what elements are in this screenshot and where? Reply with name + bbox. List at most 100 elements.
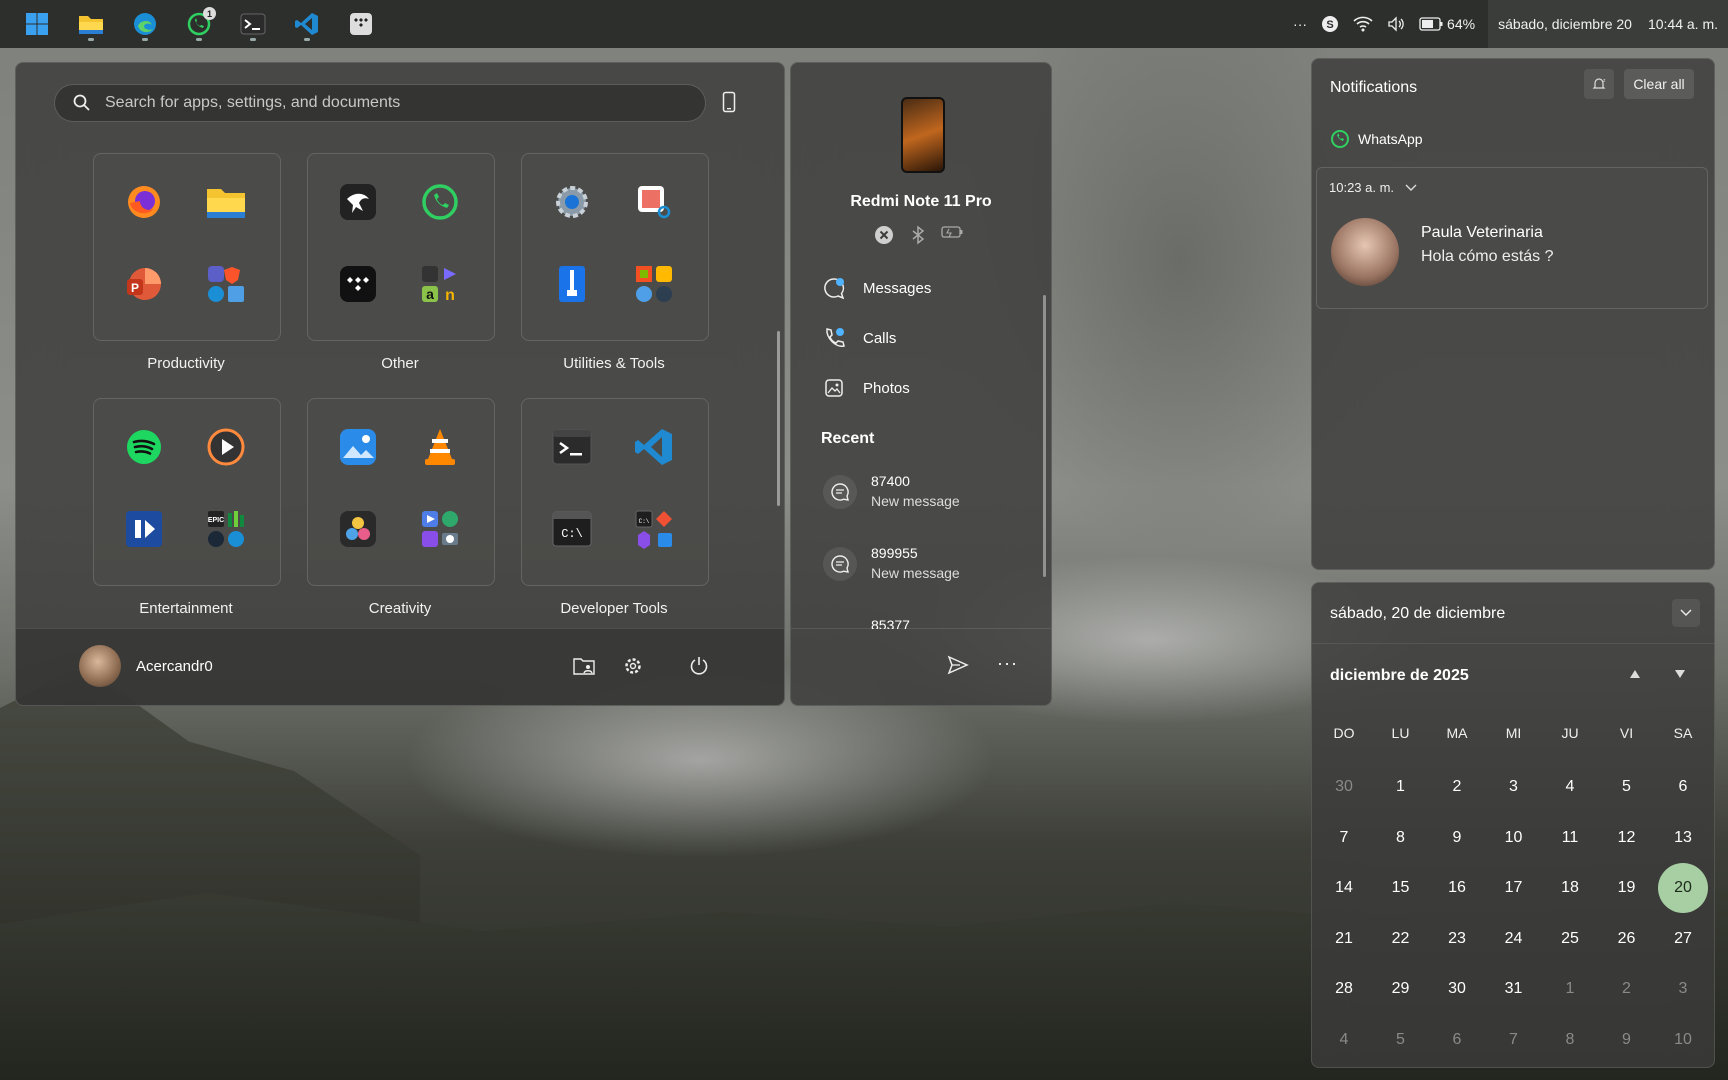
calendar-day[interactable]: 14 (1319, 863, 1369, 913)
power-button[interactable] (686, 653, 712, 679)
calendar-day[interactable]: 18 (1545, 863, 1595, 913)
calendar-day[interactable]: 9 (1432, 813, 1482, 863)
calendar-day[interactable]: 16 (1432, 863, 1482, 913)
entertainment-more-icon[interactable]: EPIC (206, 509, 246, 549)
notification-app-header[interactable]: WhatsApp (1330, 129, 1423, 149)
calendar-day[interactable]: 26 (1602, 914, 1652, 964)
calendar-day[interactable]: 17 (1489, 863, 1539, 913)
calendar-day[interactable]: 3 (1658, 964, 1708, 1014)
winrar-icon[interactable] (552, 264, 592, 304)
calendar-day[interactable]: 27 (1658, 914, 1708, 964)
calendar-day[interactable]: 1 (1376, 762, 1426, 812)
calendar-day[interactable]: 15 (1376, 863, 1426, 913)
phone-scrollbar[interactable] (1043, 295, 1046, 577)
file-explorer-button[interactable] (571, 653, 597, 679)
user-name[interactable]: Acercandr0 (136, 658, 213, 675)
tidal-app-icon[interactable] (338, 264, 378, 304)
vlc-icon[interactable] (420, 427, 460, 467)
creativity-more-icon[interactable] (420, 509, 460, 549)
search-box[interactable] (54, 84, 706, 122)
skype-icon[interactable]: S (1321, 15, 1339, 33)
calendar-day[interactable]: 28 (1319, 964, 1369, 1014)
calendar-day[interactable]: 30 (1319, 762, 1369, 812)
calendar-day[interactable]: 3 (1489, 762, 1539, 812)
taskbar-edge[interactable] (126, 5, 164, 43)
eagle-app-icon[interactable] (338, 182, 378, 222)
calendar-day[interactable]: 12 (1602, 813, 1652, 863)
calendar-day[interactable]: 2 (1432, 762, 1482, 812)
calendar-day[interactable]: 6 (1658, 762, 1708, 812)
calendar-day[interactable]: 25 (1545, 914, 1595, 964)
other-more-icon[interactable]: an (420, 264, 460, 304)
notification-time[interactable]: 10:23 a. m. (1329, 180, 1418, 195)
clear-all-button[interactable]: Clear all (1624, 69, 1694, 99)
calendar-day[interactable]: 31 (1489, 964, 1539, 1014)
cmd-icon[interactable]: C:\ (552, 509, 592, 549)
davinci-resolve-icon[interactable] (338, 509, 378, 549)
whatsapp-app-icon[interactable] (420, 182, 460, 222)
taskbar-file-explorer[interactable] (72, 5, 110, 43)
search-input[interactable] (103, 93, 667, 113)
folder-other[interactable]: an (307, 153, 495, 341)
folder-utilities[interactable] (521, 153, 709, 341)
bluetooth-icon[interactable] (911, 225, 925, 245)
taskbar-vscode[interactable] (288, 5, 326, 43)
user-avatar[interactable] (79, 645, 121, 687)
recent-item[interactable]: 87400 New message (823, 473, 960, 509)
wifi-icon[interactable] (1353, 16, 1373, 32)
settings-app-icon[interactable] (552, 182, 592, 222)
calendar-day[interactable]: 10 (1489, 813, 1539, 863)
more-options-icon[interactable]: ··· (997, 653, 1018, 674)
calendar-day[interactable]: 7 (1319, 813, 1369, 863)
disconnect-icon[interactable] (874, 225, 894, 245)
start-button[interactable] (18, 5, 56, 43)
next-month-icon[interactable] (1674, 669, 1686, 679)
calendar-day[interactable]: 13 (1658, 813, 1708, 863)
notification-card[interactable]: 10:23 a. m. Paula Veterinaria Hola cómo … (1316, 167, 1708, 309)
media-player-icon[interactable] (206, 427, 246, 467)
calendar-month[interactable]: diciembre de 2025 (1330, 667, 1469, 685)
battery-indicator[interactable]: 64% (1419, 16, 1475, 32)
do-not-disturb-button[interactable]: z (1584, 69, 1614, 99)
spotify-icon[interactable] (124, 427, 164, 467)
taskbar-terminal[interactable] (234, 5, 272, 43)
start-scrollbar[interactable] (777, 331, 780, 506)
calendar-day[interactable]: 8 (1376, 813, 1426, 863)
phone-photos[interactable]: Photos (823, 377, 910, 399)
prime-video-icon[interactable] (124, 509, 164, 549)
calendar-day[interactable]: 9 (1602, 1015, 1652, 1065)
calendar-day[interactable]: 4 (1319, 1015, 1369, 1065)
productivity-more-icon[interactable] (206, 264, 246, 304)
folder-entertainment[interactable]: EPIC (93, 398, 281, 586)
taskbar-whatsapp[interactable]: 1 (180, 5, 218, 43)
calendar-day-today[interactable]: 20 (1658, 863, 1708, 913)
recent-item[interactable]: 899955 New message (823, 545, 960, 581)
calendar-collapse-button[interactable] (1672, 599, 1700, 627)
folder-creativity[interactable] (307, 398, 495, 586)
utilities-more-icon[interactable] (634, 264, 674, 304)
volume-icon[interactable] (1387, 16, 1405, 32)
calendar-day[interactable]: 21 (1319, 914, 1369, 964)
photos-app-icon[interactable] (338, 427, 378, 467)
calendar-day[interactable]: 23 (1432, 914, 1482, 964)
calendar-day[interactable]: 11 (1545, 813, 1595, 863)
terminal-app-icon[interactable] (552, 427, 592, 467)
vscode-app-icon[interactable] (634, 427, 674, 467)
clock-area[interactable]: sábado, diciembre 20 10:44 a. m. (1488, 0, 1728, 48)
calendar-day[interactable]: 22 (1376, 914, 1426, 964)
taskbar-tidal[interactable] (342, 5, 380, 43)
calendar-day[interactable]: 5 (1376, 1015, 1426, 1065)
calendar-day[interactable]: 1 (1545, 964, 1595, 1014)
developer-more-icon[interactable]: C:\ (634, 509, 674, 549)
phone-messages[interactable]: Messages (823, 277, 931, 299)
calendar-day[interactable]: 30 (1432, 964, 1482, 1014)
calendar-day[interactable]: 8 (1545, 1015, 1595, 1065)
calendar-day[interactable]: 2 (1602, 964, 1652, 1014)
overflow-icon[interactable]: ··· (1293, 16, 1307, 32)
powerpoint-icon[interactable]: P (124, 264, 164, 304)
folder-developer-tools[interactable]: C:\ C:\ (521, 398, 709, 586)
calendar-day[interactable]: 5 (1602, 762, 1652, 812)
phone-link-icon[interactable] (722, 91, 736, 113)
previous-month-icon[interactable] (1629, 669, 1641, 679)
calendar-day[interactable]: 24 (1489, 914, 1539, 964)
